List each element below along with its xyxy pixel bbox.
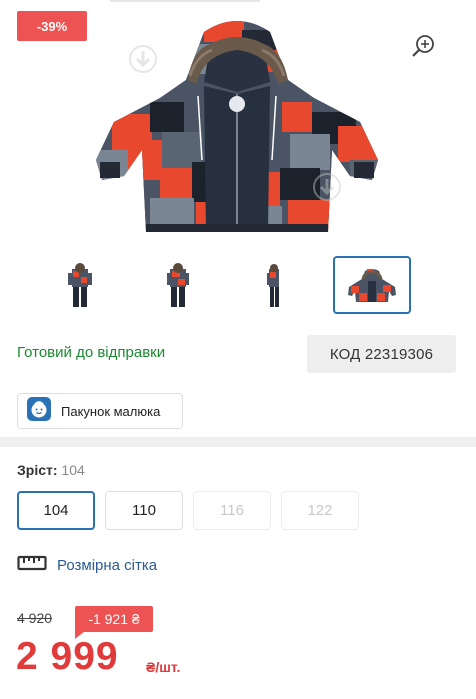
zoom-in-icon[interactable] [410,33,436,59]
product-gallery: -39% Готовий до відправки КОД 22319306 П… [0,0,476,432]
baby-face-icon [27,396,51,426]
section-divider [0,437,476,447]
height-label: Зріст: [17,462,58,478]
height-value: 104 [61,462,85,478]
thumb-overall-back[interactable] [235,256,313,314]
baby-bundle-button[interactable]: Пакунок малюка [17,393,183,429]
size-option-110[interactable]: 110 [105,491,183,530]
product-code: КОД 22319306 [307,335,456,373]
current-price: 2 999 [16,635,119,678]
thumb-overall-side[interactable] [139,256,217,314]
size-option-104[interactable]: 104 [17,491,95,530]
size-chart-label: Розмірна сітка [57,556,158,574]
size-option-122[interactable]: 122 [281,491,359,530]
download-arrow-icon [128,44,158,74]
divider [110,0,260,2]
ruler-icon [17,554,47,577]
availability-status: Готовий до відправки [17,344,166,361]
thumb-overall-front[interactable] [41,256,119,314]
size-chart-link[interactable]: Розмірна сітка [17,553,157,577]
thumb-jacket[interactable] [333,256,411,314]
price-difference-badge: -1 921 ₴ [75,606,153,632]
download-arrow-icon [312,172,342,202]
discount-badge: -39% [17,11,87,41]
size-option-116[interactable]: 116 [193,491,271,530]
price-unit: ₴/шт. [146,659,181,675]
old-price: 4 920 [17,610,53,626]
thumbnail-strip [17,256,457,316]
baby-bundle-label: Пакунок малюка [61,403,161,419]
height-line: Зріст: 104 [17,462,85,478]
